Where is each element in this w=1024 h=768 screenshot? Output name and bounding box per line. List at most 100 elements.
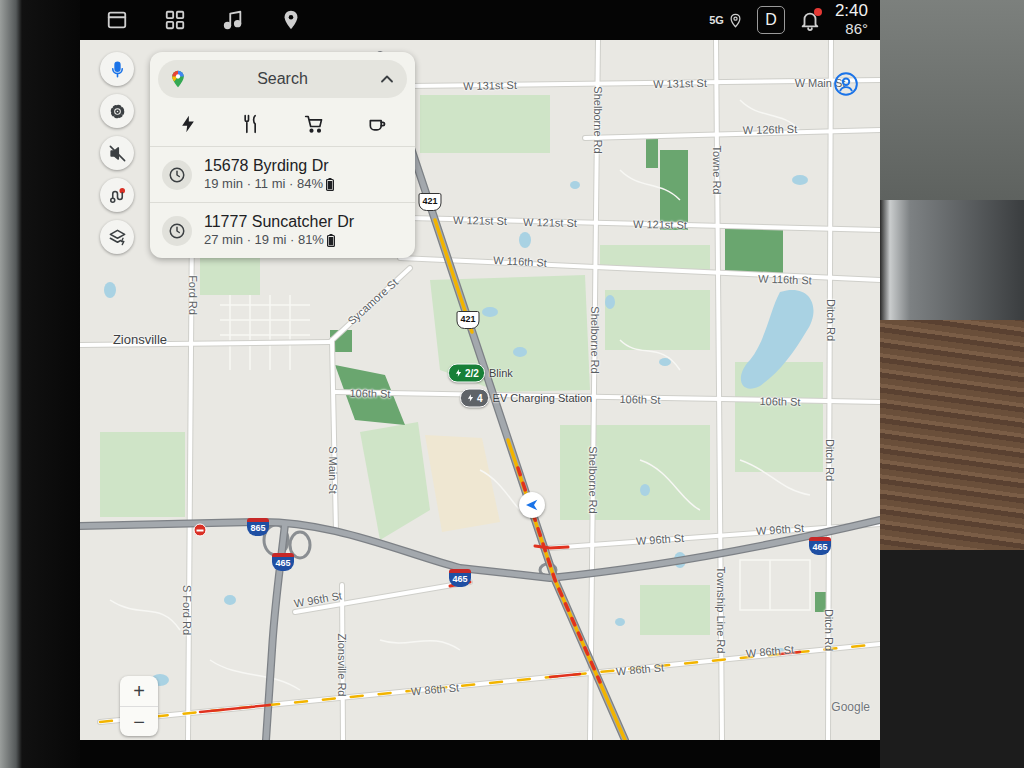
zoom-control: +− <box>120 676 158 736</box>
profile-icon[interactable] <box>833 71 859 97</box>
charger-count: 4 <box>477 391 483 406</box>
temperature: 86° <box>845 21 868 38</box>
interstate-shield: 465 <box>809 537 831 555</box>
street-label: Ford Rd <box>185 275 198 315</box>
notifications-button[interactable] <box>799 9 821 31</box>
navigation-pin-icon[interactable] <box>280 9 302 31</box>
traffic-layer <box>100 220 880 740</box>
street-label: Sycamore St <box>345 276 401 328</box>
network-status: 5G <box>709 12 743 29</box>
clock-icon <box>168 222 186 240</box>
zoom-in-button[interactable]: + <box>120 676 158 706</box>
marker-label[interactable]: Blink <box>489 365 513 382</box>
coffee-category[interactable] <box>361 108 393 140</box>
street-label: 106th St <box>349 387 390 401</box>
fork-knife-icon[interactable] <box>241 114 261 134</box>
marker-label[interactable]: EV Charging Station <box>493 390 593 407</box>
left-bezel <box>0 0 80 768</box>
chevron-up-icon[interactable] <box>377 69 397 89</box>
town-label: Zionsville <box>113 332 167 348</box>
street-label: W 96th St <box>635 532 684 549</box>
lightning-icon[interactable] <box>178 114 198 134</box>
destination-address[interactable]: 11777 Suncatcher Dr <box>204 212 354 232</box>
account-button[interactable] <box>833 71 859 97</box>
unread-dot <box>814 8 822 16</box>
location-icon <box>728 13 743 28</box>
coffee-cup-icon[interactable] <box>367 114 387 134</box>
clock: 2:4086° <box>835 2 868 37</box>
microphone-icon[interactable] <box>108 60 127 79</box>
charger-count-badge[interactable]: 2/2 <box>448 364 485 383</box>
route-options-button[interactable] <box>100 178 134 212</box>
us-route-shield: 421 <box>418 193 441 211</box>
recent-destination[interactable]: 11777 Suncatcher Dr27 min · 19 mi · 81% <box>150 202 415 258</box>
apps-icon[interactable] <box>164 9 186 31</box>
street-label: Shelborne Rd <box>585 446 598 513</box>
street-label: S Ford Rd <box>179 585 192 635</box>
search-label[interactable]: Search <box>196 67 369 91</box>
map-view[interactable]: W 131st StW 131st StW Main StW 126th StW… <box>80 40 880 740</box>
settings-button[interactable] <box>100 94 134 128</box>
battery-icon <box>327 234 335 247</box>
collapse-toggle[interactable] <box>377 69 397 89</box>
recent-destination[interactable]: 15678 Byrding Dr19 min · 11 mi · 84% <box>150 146 415 202</box>
street-label: W 86th St <box>410 681 459 698</box>
road-closed-icon <box>194 524 207 537</box>
charger-count: 2/2 <box>465 366 479 381</box>
category-shortcuts <box>150 106 415 146</box>
music-icon[interactable] <box>222 9 244 31</box>
street-label: W 116th St <box>758 272 812 287</box>
cart-icon[interactable] <box>304 114 324 134</box>
status-bar: 5G D 2:4086° <box>80 0 880 40</box>
battery-estimate <box>326 178 334 191</box>
car-screen: 5G D 2:4086° <box>0 0 1024 768</box>
map-attribution: Google <box>831 698 870 716</box>
street-label: S Main St <box>325 446 338 494</box>
music-icon[interactable] <box>222 9 244 31</box>
destination-address[interactable]: 15678 Byrding Dr <box>204 156 334 176</box>
street-label: Ditch Rd <box>822 439 835 481</box>
trip-details: 19 min · 11 mi · 84% <box>204 176 323 192</box>
network-label: 5G <box>709 12 724 29</box>
street-label: Towne Rd <box>709 146 722 195</box>
route-icon[interactable] <box>108 186 127 205</box>
charger-count-badge[interactable]: 4 <box>460 389 489 408</box>
street-label: Zionsville Rd <box>334 634 347 697</box>
search-panel: Search 15678 Byrding Dr19 min · 11 mi · 8… <box>150 52 415 258</box>
street-label: W 121st St <box>453 214 507 228</box>
restaurants-category[interactable] <box>235 108 267 140</box>
bolt-icon <box>454 369 463 378</box>
map-controls <box>100 52 134 254</box>
voice-guidance-button[interactable] <box>100 136 134 170</box>
navigation-pin-icon[interactable] <box>280 9 302 31</box>
battery-estimate <box>327 234 335 247</box>
trip-details: 27 min · 19 mi · 81% <box>204 232 324 248</box>
google-maps-icon <box>168 69 188 89</box>
trip-summary: 27 min · 19 mi · 81% <box>204 232 354 248</box>
trip-summary: 19 min · 11 mi · 84% <box>204 176 334 192</box>
groceries-category[interactable] <box>298 108 330 140</box>
destination-text: 15678 Byrding Dr19 min · 11 mi · 84% <box>204 156 334 192</box>
gear-indicator: D <box>757 6 785 34</box>
street-label: W 131st St <box>463 79 517 93</box>
ev-layer-button[interactable] <box>100 220 134 254</box>
muted-speaker-icon[interactable] <box>108 144 127 163</box>
zoom-out-button[interactable]: − <box>120 706 158 736</box>
street-label: W 86th St <box>615 661 664 678</box>
street-label: Ditch Rd <box>823 299 836 341</box>
street-label: Township Line Rd <box>713 567 726 654</box>
charging-category[interactable] <box>172 108 204 140</box>
charging-station-marker[interactable]: 4 EV Charging Station <box>460 389 592 408</box>
window-icon[interactable] <box>106 9 128 31</box>
voice-search-button[interactable] <box>100 52 134 86</box>
gear-icon[interactable] <box>108 102 127 121</box>
street-label: Ditch Rd <box>821 609 834 651</box>
location-icon <box>728 13 743 28</box>
street-label: W 116th St <box>493 254 547 270</box>
apps-icon[interactable] <box>164 9 186 31</box>
window-icon[interactable] <box>106 9 128 31</box>
charging-station-marker[interactable]: 2/2 Blink <box>448 364 513 383</box>
map-layers-charging-icon[interactable] <box>108 228 127 247</box>
search-bar[interactable]: Search <box>158 60 407 98</box>
street-label: W 121st St <box>523 216 577 230</box>
